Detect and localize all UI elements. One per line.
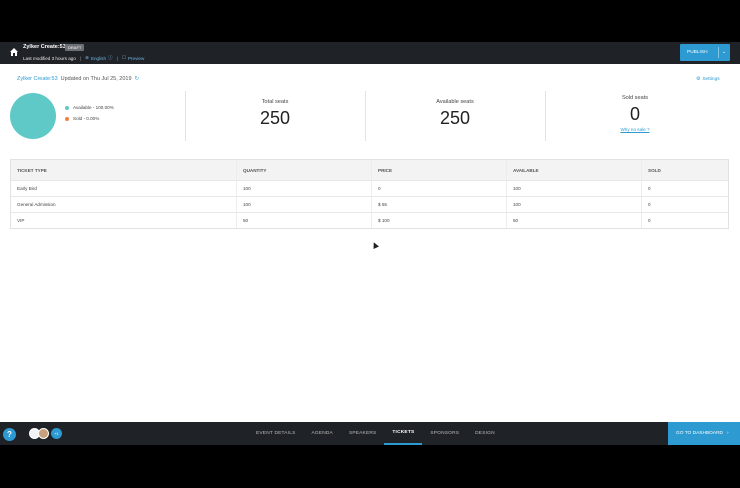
- table-row[interactable]: General Admission 100 $ 55 100 0: [11, 196, 728, 212]
- seats-pie-chart: [10, 93, 56, 139]
- publish-button[interactable]: PUBLISH ⌄: [680, 44, 730, 61]
- why-no-sale-link[interactable]: Why no sale ?: [595, 127, 675, 132]
- table-cell: VIP: [17, 218, 25, 223]
- chevron-right-icon: ›: [727, 431, 729, 436]
- refresh-icon[interactable]: ↻: [135, 76, 140, 82]
- divider: |: [79, 55, 82, 61]
- top-header: Zylker Create:53 DRAFT Last modified 3 h…: [0, 42, 740, 64]
- legend-label-available: Available - 100.00%: [73, 105, 114, 110]
- column-header: TICKET TYPE: [17, 167, 47, 173]
- tab-tickets[interactable]: TICKETS: [384, 422, 423, 445]
- table-cell: 100: [506, 197, 641, 212]
- event-info-line: Zylker Create:53 Updated on Thu Jul 25, …: [17, 76, 139, 82]
- table-cell: 50: [236, 213, 371, 228]
- table-cell: 100: [236, 197, 371, 212]
- tab-sponsors[interactable]: SPONSORS: [422, 422, 467, 445]
- preview-link[interactable]: ☐ Preview: [122, 55, 144, 61]
- avatar[interactable]: [38, 428, 49, 439]
- chevron-down-icon[interactable]: ⌄: [718, 47, 726, 58]
- home-icon[interactable]: [9, 47, 19, 57]
- available-seats-stat: Available seats 250: [415, 99, 495, 129]
- pie-legend: Available - 100.00% Sold - 0.00%: [65, 105, 114, 127]
- table-cell: Early Bird: [17, 186, 37, 191]
- table-cell: $ 100: [371, 213, 506, 228]
- column-header: QUANTITY: [236, 160, 371, 180]
- table-cell: $ 55: [371, 197, 506, 212]
- updated-text: Updated on Thu Jul 25, 2019: [60, 76, 132, 82]
- table-cell: 50: [506, 213, 641, 228]
- tab-agenda[interactable]: AGENDA: [303, 422, 340, 445]
- table-cell: 0: [641, 213, 728, 228]
- avatar-count[interactable]: +1: [51, 428, 62, 439]
- preview-icon: ☐: [121, 55, 126, 60]
- legend-dot-sold: [65, 116, 69, 121]
- total-seats-stat: Total seats 250: [235, 99, 315, 129]
- table-cell: 100: [236, 181, 371, 196]
- tab-design[interactable]: DESIGN: [467, 422, 503, 445]
- available-seats-value: 250: [439, 108, 471, 128]
- bottom-tabs: EVENT DETAILS AGENDA SPEAKERS TICKETS SP…: [248, 422, 503, 445]
- legend-item-available: Available - 100.00%: [65, 105, 114, 110]
- divider: [185, 91, 186, 141]
- settings-label: Settings: [702, 77, 720, 82]
- event-name-link[interactable]: Zylker Create:53: [17, 76, 58, 82]
- help-button[interactable]: ?: [3, 428, 16, 441]
- available-seats-label: Available seats: [436, 99, 474, 105]
- app-window: Zylker Create:53 DRAFT Last modified 3 h…: [0, 42, 740, 445]
- table-header-row: TICKET TYPE QUANTITY PRICE AVAILABLE SOL…: [11, 160, 728, 180]
- table-cell: 0: [641, 181, 728, 196]
- language-label: English: [90, 55, 107, 61]
- sold-seats-stat: Sold seats 0 Why no sale ?: [595, 95, 675, 132]
- dashboard-label: GO TO DASHBOARD: [676, 431, 724, 436]
- info-icon: ⓘ: [108, 55, 113, 60]
- gear-icon: ⚙: [696, 77, 701, 82]
- table-cell: 0: [641, 197, 728, 212]
- column-header: SOLD: [641, 160, 728, 180]
- event-title: Zylker Create:53: [23, 44, 66, 50]
- column-header: AVAILABLE: [506, 160, 641, 180]
- settings-link[interactable]: ⚙ Settings: [696, 77, 720, 82]
- legend-dot-available: [65, 105, 69, 110]
- table-cell: 100: [506, 181, 641, 196]
- preview-label: Preview: [127, 55, 145, 61]
- table-row[interactable]: VIP 50 $ 100 50 0: [11, 212, 728, 228]
- divider: |: [116, 55, 118, 61]
- legend-item-sold: Sold - 0.00%: [65, 116, 114, 121]
- tickets-table: TICKET TYPE QUANTITY PRICE AVAILABLE SOL…: [10, 159, 729, 229]
- total-seats-value: 250: [259, 108, 291, 128]
- sold-seats-value: 0: [629, 104, 640, 124]
- go-to-dashboard-button[interactable]: GO TO DASHBOARD ›: [668, 422, 740, 445]
- table-cell: General Admission: [17, 202, 56, 207]
- tab-event-details[interactable]: EVENT DETAILS: [248, 422, 303, 445]
- divider: [545, 91, 546, 141]
- publish-label: PUBLISH: [687, 50, 708, 55]
- mouse-cursor-icon: [371, 241, 379, 249]
- divider: [365, 91, 366, 141]
- column-header: PRICE: [371, 160, 506, 180]
- legend-label-sold: Sold - 0.00%: [73, 116, 100, 121]
- table-row[interactable]: Early Bird 100 0 100 0: [11, 180, 728, 196]
- last-modified-text: Last modified 3 hours ago: [23, 55, 76, 61]
- language-selector[interactable]: ⊕ English ⓘ: [85, 55, 113, 61]
- total-seats-label: Total seats: [261, 99, 289, 105]
- globe-icon: ⊕: [85, 55, 89, 60]
- bottom-bar: ? +1 EVENT DETAILS AGENDA SPEAKERS TICKE…: [0, 422, 740, 445]
- table-cell: 0: [371, 181, 506, 196]
- status-badge: DRAFT: [65, 44, 85, 51]
- header-subline: Last modified 3 hours ago | ⊕ English ⓘ …: [23, 55, 144, 61]
- tab-speakers[interactable]: SPEAKERS: [341, 422, 384, 445]
- sold-seats-label: Sold seats: [621, 95, 649, 101]
